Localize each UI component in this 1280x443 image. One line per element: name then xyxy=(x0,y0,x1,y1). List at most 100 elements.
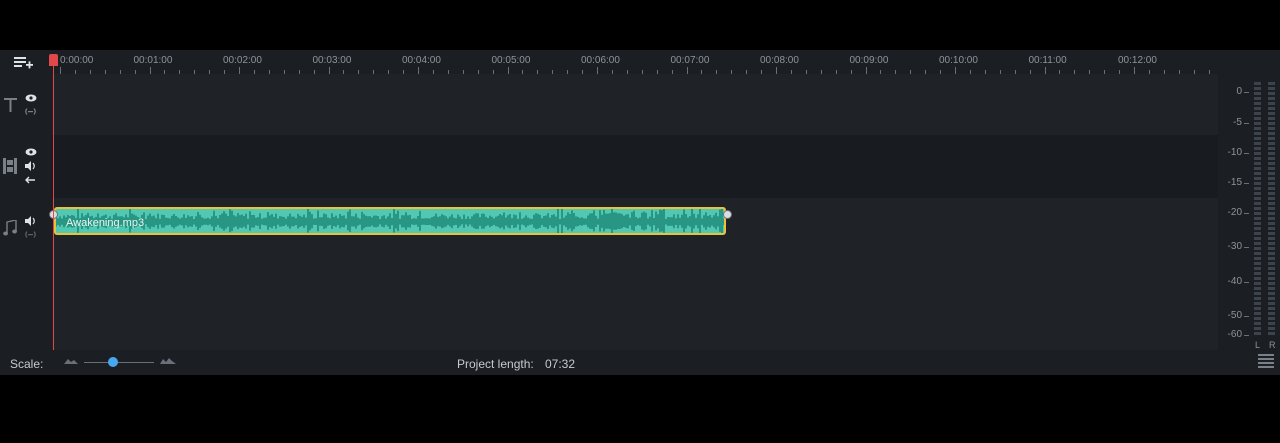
eye-icon[interactable] xyxy=(25,148,37,156)
video-track[interactable] xyxy=(52,135,1218,198)
speaker-icon[interactable] xyxy=(25,161,37,171)
level-segment xyxy=(1254,127,1261,130)
zoom-out-icon[interactable] xyxy=(64,358,78,364)
level-segment xyxy=(1254,142,1261,145)
playhead-line xyxy=(53,58,54,350)
ruler-tick xyxy=(418,67,419,74)
level-segment xyxy=(1268,237,1275,240)
ruler-tick xyxy=(507,67,509,74)
db-tick xyxy=(1244,282,1249,283)
level-segment xyxy=(1254,272,1261,275)
ruler-tick xyxy=(328,67,330,74)
level-segment xyxy=(1254,292,1261,295)
level-segment xyxy=(1268,187,1275,190)
level-segment xyxy=(1268,232,1275,235)
eye-icon[interactable] xyxy=(25,94,37,102)
level-segment xyxy=(1254,312,1261,315)
level-segment xyxy=(1268,147,1275,150)
level-segment xyxy=(1268,292,1275,295)
add-track-icon[interactable] xyxy=(14,57,34,69)
level-segment xyxy=(1268,112,1275,115)
level-segment xyxy=(1254,102,1261,105)
level-segment xyxy=(1254,317,1261,320)
level-segment xyxy=(1254,187,1261,190)
level-segment xyxy=(1268,327,1275,330)
scale-slider-track[interactable] xyxy=(84,362,154,363)
level-segment xyxy=(1268,122,1275,125)
project-length-label: Project length: xyxy=(457,357,534,371)
ruler-label: 00:10:00 xyxy=(939,55,978,66)
level-segment xyxy=(1254,177,1261,180)
level-segment xyxy=(1268,282,1275,285)
level-segment xyxy=(1254,217,1261,220)
db-label: 0 xyxy=(1236,86,1242,97)
ruler-label: 0:00:00 xyxy=(60,55,94,66)
db-tick xyxy=(1244,335,1249,336)
level-segment xyxy=(1268,257,1275,260)
level-segment xyxy=(1268,297,1275,300)
level-segment xyxy=(1254,147,1261,150)
level-segment xyxy=(1268,192,1275,195)
db-label: -15 xyxy=(1227,177,1242,188)
level-segment xyxy=(1254,297,1261,300)
text-track[interactable] xyxy=(52,74,1218,135)
level-segment xyxy=(1268,287,1275,290)
speaker-icon[interactable] xyxy=(25,216,37,226)
level-segment xyxy=(1254,267,1261,270)
level-segment xyxy=(1268,202,1275,205)
level-segment xyxy=(1254,162,1261,165)
arrow-left-icon[interactable] xyxy=(24,176,36,184)
level-segment xyxy=(1254,112,1261,115)
level-segment xyxy=(1268,172,1275,175)
level-segment xyxy=(1268,217,1275,220)
db-label: -60 xyxy=(1227,329,1242,340)
ruler-tick xyxy=(865,67,867,74)
text-track-icon xyxy=(4,98,17,112)
time-ruler[interactable]: 0:00:00 00:01:00 00:02:00 00:03:00 00:04:00 0… xyxy=(52,50,1218,75)
level-segment xyxy=(1254,242,1261,245)
db-label: -20 xyxy=(1227,207,1242,218)
db-label: -50 xyxy=(1227,310,1242,321)
level-segment xyxy=(1268,152,1275,155)
db-label: -5 xyxy=(1233,117,1242,128)
link-icon[interactable] xyxy=(24,231,37,238)
ruler-label: 00:12:00 xyxy=(1118,55,1157,66)
scale-slider-thumb[interactable] xyxy=(108,357,118,367)
level-segment xyxy=(1254,82,1261,85)
level-segment xyxy=(1254,137,1261,140)
zoom-in-icon[interactable] xyxy=(160,358,176,364)
level-segment xyxy=(1268,142,1275,145)
level-segment xyxy=(1254,222,1261,225)
level-segment xyxy=(1268,87,1275,90)
playhead-handle[interactable] xyxy=(49,54,58,66)
level-segment xyxy=(1268,102,1275,105)
db-tick xyxy=(1244,153,1249,154)
level-segment xyxy=(1254,207,1261,210)
audio-clip[interactable]: Awakening.mp3 xyxy=(54,207,726,235)
ruler-label: 00:04:00 xyxy=(402,55,441,66)
level-segment xyxy=(1254,152,1261,155)
level-segment xyxy=(1254,182,1261,185)
ruler-tick xyxy=(955,67,956,74)
level-segment xyxy=(1268,267,1275,270)
level-segment xyxy=(1268,252,1275,255)
meter-settings-icon[interactable] xyxy=(1258,354,1274,368)
db-label: -40 xyxy=(1227,276,1242,287)
level-segment xyxy=(1268,157,1275,160)
ruler-tick xyxy=(776,67,777,74)
level-segment xyxy=(1254,87,1261,90)
ruler-label: 00:02:00 xyxy=(223,55,262,66)
level-segment xyxy=(1268,312,1275,315)
level-segment xyxy=(1254,92,1261,95)
clip-end-handle[interactable] xyxy=(723,210,732,219)
level-segment xyxy=(1268,177,1275,180)
level-segment xyxy=(1268,212,1275,215)
level-segment xyxy=(1254,307,1261,310)
ruler-label: 00:01:00 xyxy=(133,55,173,66)
ruler-tick xyxy=(1134,67,1135,74)
level-segment xyxy=(1268,317,1275,320)
level-segment xyxy=(1254,132,1261,135)
ruler-tick xyxy=(60,67,61,74)
db-label: -10 xyxy=(1227,147,1242,158)
link-icon[interactable] xyxy=(24,108,37,115)
